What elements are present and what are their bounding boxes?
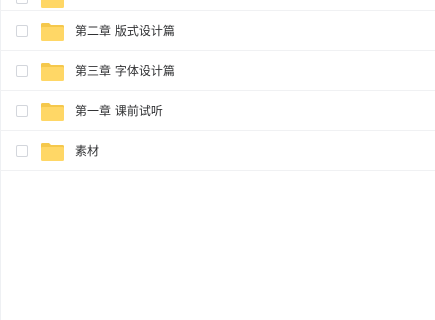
row-checkbox[interactable] [16, 105, 28, 117]
file-name[interactable]: 素材 [75, 131, 99, 171]
file-row[interactable]: 第三章 字体设计篇 [0, 51, 435, 91]
file-name[interactable]: 第一章 课前试听 [75, 91, 163, 131]
file-row[interactable]: 第二章 版式设计篇 [0, 11, 435, 51]
row-checkbox[interactable] [16, 0, 28, 4]
row-checkbox[interactable] [16, 65, 28, 77]
file-row[interactable] [0, 0, 435, 11]
folder-icon [41, 0, 64, 8]
folder-icon [41, 143, 64, 161]
file-row[interactable]: 素材 [0, 131, 435, 171]
folder-icon [41, 63, 64, 81]
file-name[interactable]: 第三章 字体设计篇 [75, 51, 175, 91]
row-checkbox[interactable] [16, 25, 28, 37]
folder-icon [41, 103, 64, 121]
row-checkbox[interactable] [16, 145, 28, 157]
folder-icon [41, 23, 64, 41]
file-name[interactable]: 第二章 版式设计篇 [75, 11, 175, 51]
file-row[interactable]: 第一章 课前试听 [0, 91, 435, 131]
file-list: 第二章 版式设计篇 第三章 字体设计篇 第一章 课前试听 素材 [0, 0, 435, 171]
